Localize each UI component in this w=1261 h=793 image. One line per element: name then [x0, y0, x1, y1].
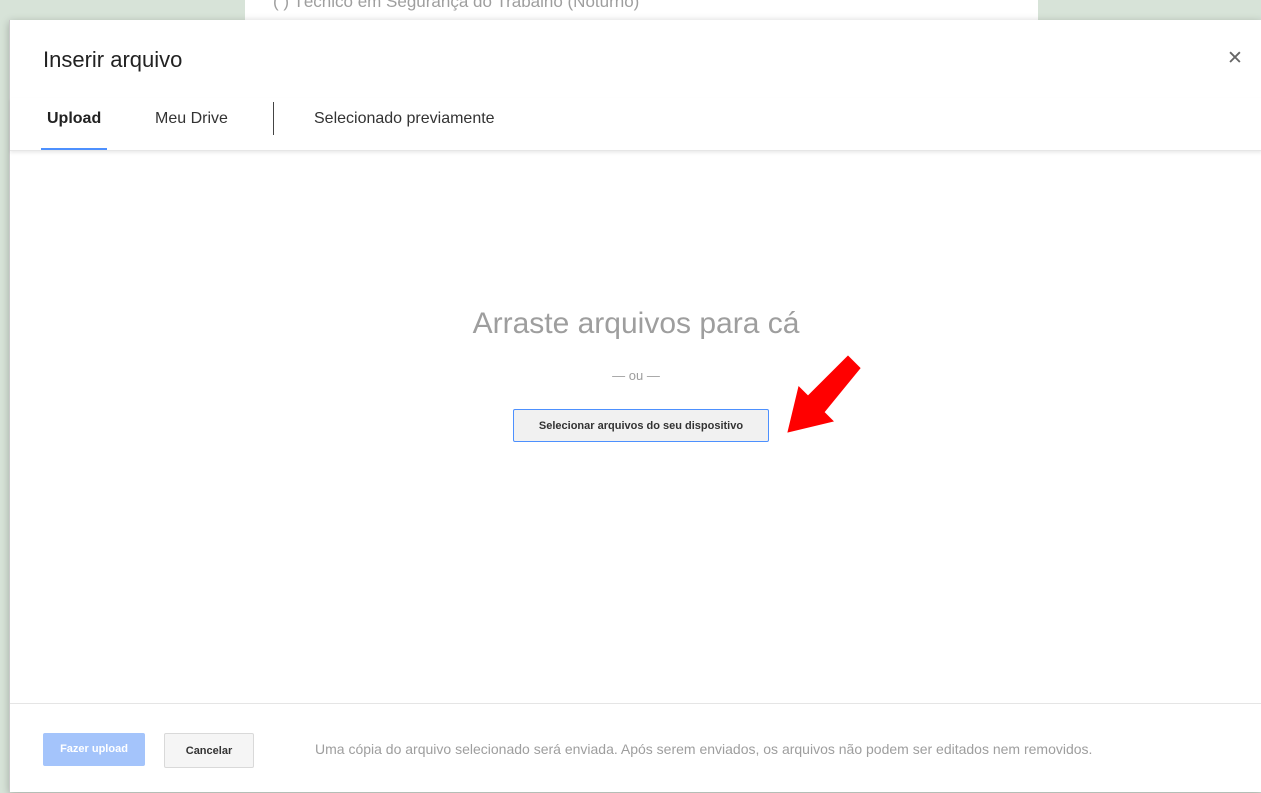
tab-upload[interactable]: Upload [40, 98, 108, 150]
tab-selecionado-previamente[interactable]: Selecionado previamente [314, 98, 495, 150]
dropzone-or-separator: — ou — [612, 368, 660, 383]
background-text: ( ) Técnico em Segurança do Trabalho (No… [273, 0, 640, 11]
dialog-footer: Fazer upload Cancelar Uma cópia do arqui… [10, 703, 1261, 793]
insert-file-dialog: Inserir arquivo ✕ Upload Meu Drive Selec… [9, 20, 1261, 792]
upload-button[interactable]: Fazer upload [43, 733, 145, 766]
tab-meu-drive[interactable]: Meu Drive [155, 98, 228, 150]
cancel-button[interactable]: Cancelar [164, 733, 254, 768]
close-icon[interactable]: ✕ [1223, 47, 1247, 71]
footer-note: Uma cópia do arquivo selecionado será en… [315, 741, 1093, 757]
tab-bar: Upload Meu Drive Selecionado previamente [10, 98, 1261, 151]
select-files-button[interactable]: Selecionar arquivos do seu dispositivo [513, 409, 769, 442]
dialog-title: Inserir arquivo [43, 47, 183, 72]
red-arrow-icon [784, 352, 864, 436]
dropzone-title: Arraste arquivos para cá [472, 307, 800, 340]
tab-divider [273, 102, 274, 135]
background-page: ( ) Técnico em Segurança do Trabalho (No… [245, 0, 1038, 20]
